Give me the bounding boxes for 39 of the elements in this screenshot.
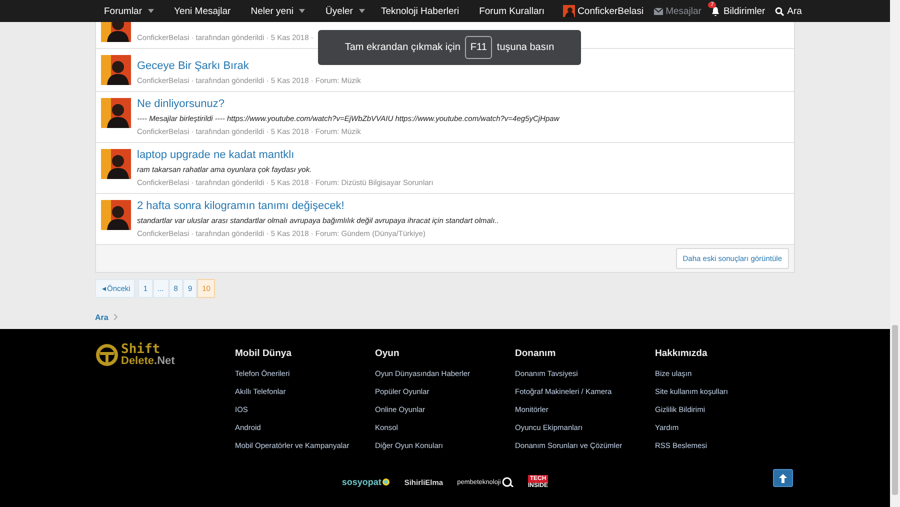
result-title[interactable]: Geceye Bir Şarkı Bırak <box>137 60 361 72</box>
avatar <box>101 200 131 230</box>
caret-icon <box>148 9 154 13</box>
site-logo[interactable]: Shift Delete.Net <box>95 343 235 455</box>
notice-text: Tam ekrandan çıkmak için <box>344 42 460 53</box>
key-label: F11 <box>465 36 492 59</box>
bell-icon <box>711 6 720 16</box>
arrow-up-icon <box>779 474 787 482</box>
caret-icon <box>299 9 306 13</box>
scrollbar[interactable] <box>890 0 900 507</box>
search-link[interactable]: Ara <box>770 6 807 16</box>
avatar <box>562 5 575 17</box>
nav-link[interactable]: Üyeler <box>318 6 372 16</box>
result-title[interactable]: laptop upgrade ne kadat mantklı <box>137 149 434 161</box>
partner-logo[interactable]: sosyopat <box>342 477 390 487</box>
caret-icon <box>358 9 365 13</box>
notice-text: tuşuna basın <box>496 42 554 53</box>
avatar <box>101 149 131 179</box>
back-to-top-button[interactable] <box>773 469 793 487</box>
footer-heading: Mobil Dünya <box>235 348 293 359</box>
nav-link[interactable]: Forumlar <box>97 6 162 16</box>
user-menu[interactable]: ConfickerBelasi <box>558 5 649 17</box>
chevron-icon <box>114 314 118 320</box>
avatar <box>101 55 131 85</box>
result-title[interactable]: Ne dinliyorsunuz? <box>137 98 560 110</box>
result-title[interactable]: 2 hafta sonra kilogramın tanımı değişecek! <box>137 200 499 212</box>
nav-link[interactable]: Forum Kuralları <box>472 6 552 16</box>
envelope-icon <box>654 8 663 14</box>
search-icon <box>775 6 784 16</box>
footer-heading: Donanım <box>515 348 557 359</box>
footer-heading: Hakkımızda <box>655 348 708 359</box>
nav-link[interactable]: Neler yeni <box>244 6 312 16</box>
breadcrumb-link[interactable]: Ara <box>95 312 108 322</box>
caret-icon <box>100 286 106 290</box>
nav-link[interactable]: Yeni Mesajlar <box>167 6 238 16</box>
nav-link[interactable]: Teknoloji Haberleri <box>374 6 466 16</box>
footer-heading: Oyun <box>375 348 400 359</box>
avatar <box>101 98 131 128</box>
wheel-icon <box>95 343 119 367</box>
